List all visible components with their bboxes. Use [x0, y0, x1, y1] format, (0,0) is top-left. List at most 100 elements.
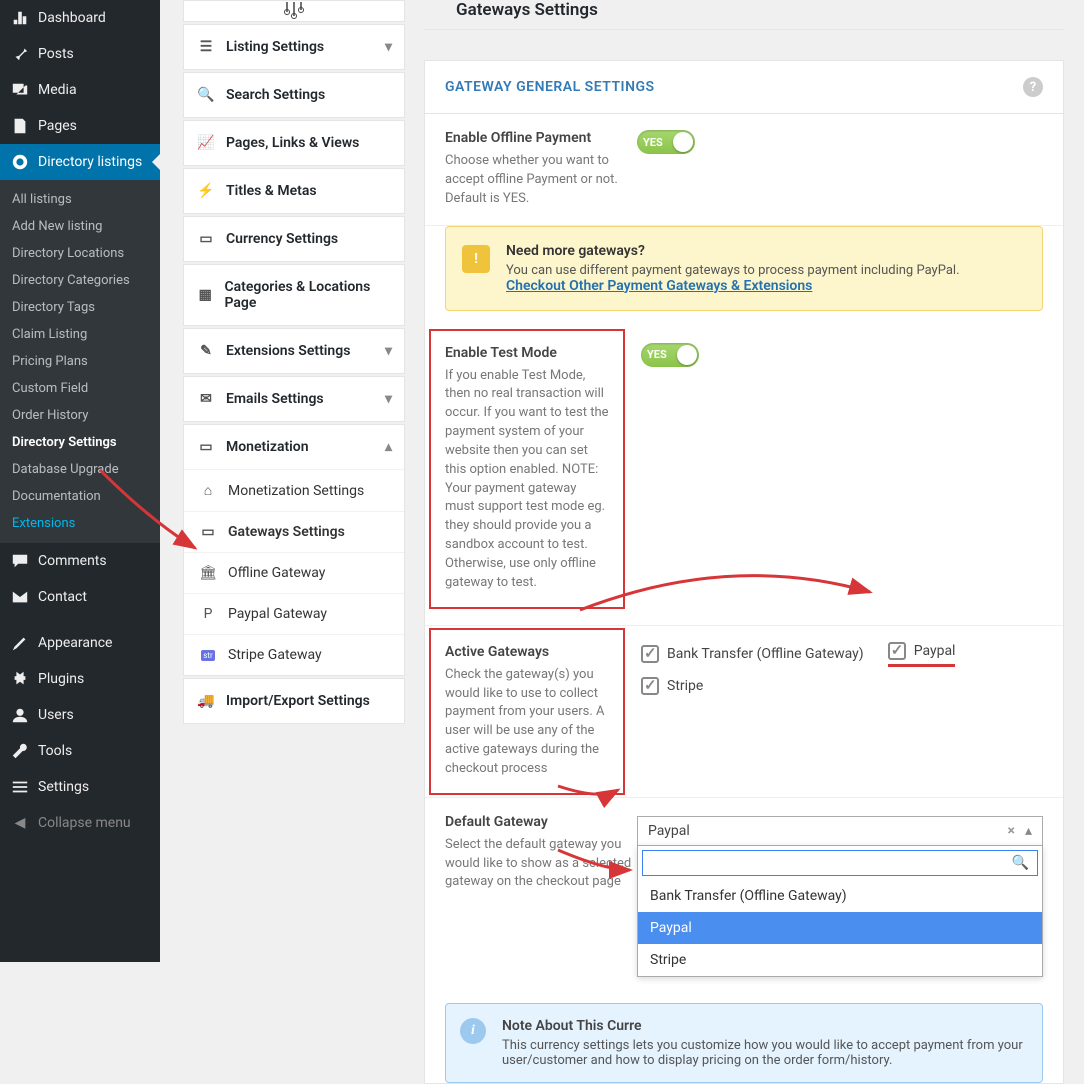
nav-import-export[interactable]: 🚚Import/Export Settings	[184, 679, 404, 723]
submenu-pricing[interactable]: Pricing Plans	[0, 348, 160, 375]
menu-posts[interactable]: Posts	[0, 36, 160, 72]
info-text: This currency settings lets you customiz…	[502, 1038, 1028, 1068]
grid-icon: ▦	[196, 287, 214, 303]
row-default-gateway: Default Gateway Select the default gatew…	[425, 798, 1063, 993]
plugin-icon	[10, 669, 30, 689]
menu-settings[interactable]: Settings	[0, 769, 160, 805]
collapse-icon: ◀	[10, 813, 30, 833]
submenu-categories[interactable]: Directory Categories	[0, 267, 160, 294]
currency-info-notice: i Note About This Curre This currency se…	[445, 1003, 1043, 1083]
default-gateway-select[interactable]: Paypal × ▴ 🔍 Bank Transfer (Offline Gate…	[637, 816, 1043, 977]
menu-pages-label: Pages	[38, 118, 77, 134]
nav-gateways-settings[interactable]: ▭Gateways Settings	[184, 511, 404, 552]
submenu-locations[interactable]: Directory Locations	[0, 240, 160, 267]
directory-submenu: All listings Add New listing Directory L…	[0, 180, 160, 543]
menu-posts-label: Posts	[38, 46, 74, 62]
money-icon: ▭	[196, 231, 216, 247]
submenu-all-listings[interactable]: All listings	[0, 186, 160, 213]
menu-users[interactable]: Users	[0, 697, 160, 733]
gateways-warning-notice: ! Need more gateways? You can use differ…	[445, 226, 1043, 311]
menu-collapse[interactable]: ◀ Collapse menu	[0, 805, 160, 841]
nav-monetization-settings[interactable]: ⌂Monetization Settings	[184, 469, 404, 511]
checkbox-paypal[interactable]: Paypal	[888, 642, 956, 667]
warn-link[interactable]: Checkout Other Payment Gateways & Extens…	[506, 278, 812, 294]
nav-pages-links[interactable]: 📈Pages, Links & Views	[184, 121, 404, 165]
main-content: Gateways Settings GATEWAY GENERAL SETTIN…	[424, 0, 1064, 962]
nav-monetization[interactable]: ▭Monetization▴	[184, 425, 404, 469]
row-enable-offline-payment: Enable Offline Payment Choose whether yo…	[425, 114, 1063, 226]
menu-tools-label: Tools	[38, 743, 72, 759]
chevron-up-icon: ▴	[385, 439, 392, 455]
select-option-stripe[interactable]: Stripe	[638, 944, 1042, 976]
nav-extensions-settings[interactable]: ✎Extensions Settings▾	[184, 329, 404, 373]
home-icon: ⌂	[198, 482, 218, 499]
nav-emails-settings[interactable]: ✉Emails Settings▾	[184, 377, 404, 421]
toggle-test-mode[interactable]: YES	[641, 343, 699, 367]
menu-directory-listings[interactable]: Directory listings	[0, 144, 160, 180]
nav-paypal-gateway[interactable]: PPaypal Gateway	[184, 593, 404, 634]
tab-gateways-settings[interactable]: Gateways Settings	[436, 0, 618, 30]
menu-settings-label: Settings	[38, 779, 89, 795]
nav-currency-settings[interactable]: ▭Currency Settings	[184, 217, 404, 261]
select-option-paypal[interactable]: Paypal	[638, 912, 1042, 944]
pin-icon	[10, 44, 30, 64]
help-icon[interactable]: ?	[1023, 77, 1043, 97]
nav-search-settings[interactable]: 🔍Search Settings	[184, 73, 404, 117]
select-clear-icon[interactable]: ×	[1008, 823, 1015, 839]
menu-pages[interactable]: Pages	[0, 108, 160, 144]
submenu-add-new[interactable]: Add New listing	[0, 213, 160, 240]
menu-media-label: Media	[38, 82, 77, 98]
menu-contact[interactable]: Contact	[0, 579, 160, 615]
nav-categories-locations[interactable]: ▦Categories & Locations Page	[184, 265, 404, 325]
nav-stripe-gateway[interactable]: strStripe Gateway	[184, 634, 404, 675]
row-enable-test-mode: Enable Test Mode If you enable Test Mode…	[425, 327, 1063, 626]
toggle-offline-payment[interactable]: YES	[637, 130, 695, 154]
comment-icon	[10, 551, 30, 571]
warn-title: Need more gateways?	[506, 243, 1026, 259]
settings-sidebar: ☰Listing Settings▾ 🔍Search Settings 📈Pag…	[183, 0, 405, 962]
nav-offline-gateway[interactable]: 🏛Offline Gateway	[184, 552, 404, 593]
wrench-icon	[10, 741, 30, 761]
menu-appearance[interactable]: Appearance	[0, 625, 160, 661]
envelope-icon: ✉	[196, 391, 216, 407]
menu-plugins[interactable]: Plugins	[0, 661, 160, 697]
media-icon	[10, 80, 30, 100]
desc-test-mode: If you enable Test Mode, then no real tr…	[445, 367, 609, 593]
submenu-directory-settings[interactable]: Directory Settings	[0, 429, 160, 456]
chevron-down-icon: ▾	[385, 343, 392, 359]
select-option-bank[interactable]: Bank Transfer (Offline Gateway)	[638, 880, 1042, 912]
checkbox-stripe[interactable]: Stripe	[641, 677, 1043, 695]
stripe-icon: str	[198, 650, 218, 661]
desc-active-gateways: Check the gateway(s) you would like to u…	[445, 666, 609, 779]
brush-icon	[10, 633, 30, 653]
submenu-documentation[interactable]: Documentation	[0, 483, 160, 510]
plugin-logo	[183, 0, 405, 22]
submenu-claim[interactable]: Claim Listing	[0, 321, 160, 348]
directory-icon	[10, 152, 30, 172]
info-title: Note About This Curre	[502, 1018, 1028, 1034]
submenu-tags[interactable]: Directory Tags	[0, 294, 160, 321]
nav-listing-settings[interactable]: ☰Listing Settings▾	[184, 25, 404, 69]
chevron-down-icon: ▾	[385, 39, 392, 55]
submenu-extensions[interactable]: Extensions	[0, 510, 160, 537]
chevron-down-icon: ▾	[385, 391, 392, 407]
bolt-icon: ⚡	[196, 183, 216, 199]
submenu-database-upgrade[interactable]: Database Upgrade	[0, 456, 160, 483]
select-search-box: 🔍	[642, 850, 1038, 876]
nav-titles-metas[interactable]: ⚡Titles & Metas	[184, 169, 404, 213]
menu-collapse-label: Collapse menu	[38, 815, 131, 831]
submenu-order-history[interactable]: Order History	[0, 402, 160, 429]
label-enable-offline: Enable Offline Payment	[445, 130, 637, 146]
submenu-custom-field[interactable]: Custom Field	[0, 375, 160, 402]
menu-tools[interactable]: Tools	[0, 733, 160, 769]
chevron-up-icon: ▴	[1025, 823, 1032, 839]
menu-comments[interactable]: Comments	[0, 543, 160, 579]
select-search-input[interactable]	[651, 855, 1012, 871]
menu-media[interactable]: Media	[0, 72, 160, 108]
checkbox-bank-transfer[interactable]: Bank Transfer (Offline Gateway)	[641, 642, 864, 667]
truck-icon: 🚚	[196, 693, 216, 709]
label-test-mode: Enable Test Mode	[445, 345, 609, 361]
desc-enable-offline: Choose whether you want to accept offlin…	[445, 152, 637, 209]
search-icon: 🔍	[1012, 855, 1029, 871]
menu-dashboard[interactable]: Dashboard	[0, 0, 160, 36]
